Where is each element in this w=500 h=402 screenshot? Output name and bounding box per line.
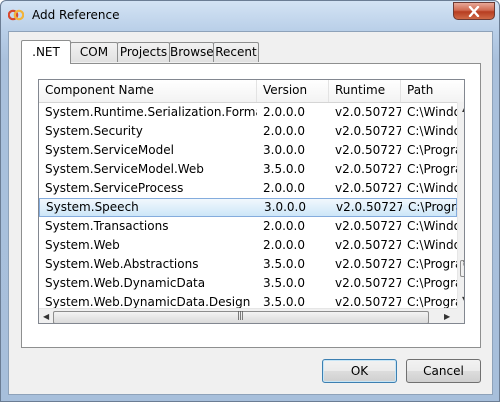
cell-version: 2.0.0.0 [263, 105, 305, 119]
column-header-runtime[interactable]: Runtime [329, 80, 401, 102]
horizontal-scroll-thumb[interactable]: ||| [53, 311, 429, 323]
cell-path: C:\Window [407, 181, 457, 195]
close-button[interactable] [453, 2, 495, 20]
scroll-right-icon[interactable]: ▶ [444, 312, 450, 321]
column-header-label: Component Name [45, 83, 154, 97]
scroll-left-icon[interactable]: ◀ [43, 312, 49, 321]
cell-version: 3.5.0.0 [263, 257, 305, 271]
table-row[interactable]: System.Security 2.0.0.0 v2.0.50727 C:\Windo… [39, 122, 457, 141]
scrollbar-corner [457, 308, 464, 323]
cell-runtime: v2.0.50727 [335, 105, 401, 119]
cell-path: C:\Window [407, 219, 457, 233]
cell-path: C:\Prograr [407, 162, 457, 176]
tab-recent[interactable]: Recent [213, 42, 259, 62]
vertical-scroll-thumb[interactable]: ≡ [460, 260, 464, 277]
dialog-client: .NET COM Projects Browse Recent Componen… [8, 31, 493, 395]
cell-version: 3.0.0.0 [264, 200, 306, 214]
window-title: Add Reference [32, 8, 120, 22]
list-header: Component Name ^ Version Runtime Path [39, 80, 464, 103]
cell-path: C:\Prograr [407, 276, 457, 290]
table-row[interactable]: System.Runtime.Serialization.Formatte...… [39, 103, 457, 122]
column-header-version[interactable]: Version [257, 80, 329, 102]
cell-runtime: v2.0.50727 [335, 181, 401, 195]
tab-browse[interactable]: Browse [169, 42, 214, 62]
table-row[interactable]: System.ServiceProcess 2.0.0.0 v2.0.50727 C:… [39, 179, 457, 198]
cell-path: C:\Prograr [408, 200, 458, 214]
cell-component-name: System.ServiceProcess [45, 181, 184, 195]
table-row[interactable]: System.Web.Abstractions 3.5.0.0 v2.0.50727… [39, 255, 457, 274]
cell-runtime: v2.0.50727 [335, 162, 401, 176]
cell-runtime: v2.0.50727 [335, 124, 401, 138]
horizontal-scrollbar[interactable]: ◀ ||| ▶ [39, 308, 457, 323]
table-row[interactable]: System.Web.DynamicData 3.5.0.0 v2.0.50727 C… [39, 274, 457, 293]
app-icon [8, 9, 24, 21]
cell-component-name: System.Web.Abstractions [45, 257, 199, 271]
cell-version: 3.5.0.0 [263, 276, 305, 290]
scroll-down-icon[interactable]: ▼ [462, 295, 464, 304]
vertical-scrollbar[interactable]: ▲ ≡ ▼ [457, 102, 464, 308]
cell-component-name: System.Web.DynamicData [45, 276, 206, 290]
column-header-path[interactable]: Path [401, 80, 464, 102]
cell-runtime: v2.0.50727 [335, 276, 401, 290]
cell-path: C:\Prograr [407, 257, 457, 271]
grip-icon: ||| [237, 311, 244, 321]
table-row[interactable]: System.ServiceModel 3.0.0.0 v2.0.50727 C:\P… [39, 141, 457, 160]
table-row[interactable]: System.ServiceModel.Web 3.5.0.0 v2.0.50727… [39, 160, 457, 179]
cell-path: C:\Prograr [407, 143, 457, 157]
ok-button[interactable]: OK [322, 359, 397, 383]
cell-version: 2.0.0.0 [263, 124, 305, 138]
add-reference-dialog: Add Reference .NET COM Projects Browse R… [0, 0, 500, 402]
cell-component-name: System.Web [45, 238, 120, 252]
cell-component-name: System.ServiceModel.Web [45, 162, 204, 176]
cell-version: 3.5.0.0 [263, 162, 305, 176]
cell-component-name: System.Runtime.Serialization.Formatte... [45, 105, 257, 119]
cell-runtime: v2.0.50727 [335, 257, 401, 271]
cell-component-name: System.Security [45, 124, 143, 138]
tab-projects[interactable]: Projects [117, 42, 170, 62]
cell-runtime: v2.0.50727 [335, 143, 401, 157]
cell-component-name: System.ServiceModel [45, 143, 174, 157]
column-header-component-name[interactable]: Component Name ^ [39, 80, 257, 102]
table-row-selected[interactable]: System.Speech 3.0.0.0 v2.0.50727 C:\Prograr [39, 198, 458, 217]
table-row[interactable]: System.Web 2.0.0.0 v2.0.50727 C:\Window [39, 236, 457, 255]
title-bar[interactable]: Add Reference [1, 1, 499, 31]
tab-panel: Component Name ^ Version Runtime Path Sy… [21, 63, 481, 348]
cell-version: 3.0.0.0 [263, 143, 305, 157]
cancel-button[interactable]: Cancel [406, 359, 481, 383]
cell-runtime: v2.0.50727 [335, 219, 401, 233]
cell-version: 2.0.0.0 [263, 219, 305, 233]
cell-version: 2.0.0.0 [263, 238, 305, 252]
sort-ascending-icon: ^ [139, 85, 146, 94]
cell-path: C:\Window [407, 238, 457, 252]
cell-version: 2.0.0.0 [263, 181, 305, 195]
cell-path: C:\Window [407, 124, 457, 138]
tab-dotnet[interactable]: .NET [21, 40, 71, 64]
table-row[interactable]: System.Transactions 2.0.0.0 v2.0.50727 C:\W… [39, 217, 457, 236]
tab-com[interactable]: COM [70, 42, 118, 62]
scroll-up-icon[interactable]: ▲ [462, 104, 464, 113]
component-list[interactable]: Component Name ^ Version Runtime Path Sy… [38, 79, 465, 324]
cell-runtime: v2.0.50727 [335, 238, 401, 252]
grip-icon: ≡ [462, 260, 464, 269]
cell-path: C:\Window [407, 105, 457, 119]
cell-runtime: v2.0.50727 [336, 200, 402, 214]
cell-component-name: System.Transactions [45, 219, 169, 233]
cell-component-name: System.Speech [46, 200, 139, 214]
close-icon [468, 6, 480, 17]
